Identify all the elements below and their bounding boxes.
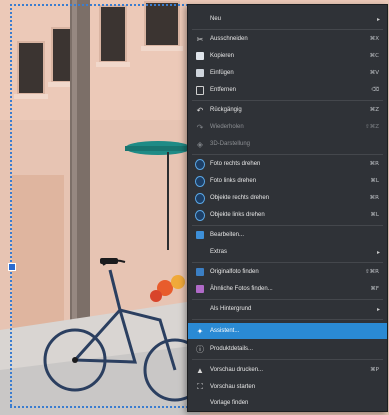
menu-item-shortcut: ⌘F: [370, 286, 379, 292]
menu-item-label: Rückgängig: [210, 107, 242, 113]
menu-item-label: Objekte rechts drehen: [210, 195, 270, 201]
paste-icon: [195, 68, 205, 78]
trash-icon: [195, 85, 205, 95]
menu-item-objekte-links-drehen[interactable]: Objekte links drehen ⌘L: [188, 207, 387, 223]
edit-icon: [195, 230, 205, 240]
resize-handle[interactable]: [8, 263, 16, 271]
menu-item-label: Neu: [210, 16, 222, 22]
rotate-objects-left-icon: [195, 209, 205, 221]
menu-item-label: Vorschau drucken...: [210, 367, 264, 373]
redo-icon: ↷: [196, 122, 204, 132]
menu-item-shortcut: ⌘Z: [369, 107, 379, 113]
print-icon: ▲: [196, 365, 204, 375]
menu-item-objekte-rechts-drehen[interactable]: Objekte rechts drehen ⌘R: [188, 190, 387, 206]
menu-separator: [192, 154, 383, 155]
menu-item-neu[interactable]: Neu ▸: [188, 11, 387, 27]
menu-item-shortcut: ⌘R: [369, 195, 379, 201]
selection-border-bottom: [10, 406, 190, 408]
menu-item-label: Foto rechts drehen: [210, 161, 261, 167]
rotate-right-icon: [195, 158, 205, 170]
menu-item-bearbeiten[interactable]: Bearbeiten...: [188, 227, 387, 243]
menu-item-vorschau-drucken[interactable]: ▲ Vorschau drucken... ⌘P: [188, 362, 387, 378]
menu-item-shortcut: ⇧⌘Z: [365, 124, 379, 130]
submenu-arrow-icon: ▸: [376, 306, 380, 313]
menu-item-als-hintergrund[interactable]: Als Hintergrund ▸: [188, 301, 387, 317]
context-menu: Neu ▸ ✂ Ausschneiden ⌘X Kopieren ⌘C Einf…: [187, 4, 388, 412]
menu-item-vorlage-finden[interactable]: Vorlage finden: [188, 395, 387, 411]
info-icon: ⓘ: [196, 344, 204, 354]
copy-icon: [195, 51, 205, 61]
menu-item-shortcut: ⌘R: [369, 161, 379, 167]
menu-item-shortcut: ⌘C: [369, 53, 379, 59]
menu-item-rueckgaengig[interactable]: ↶ Rückgängig ⌘Z: [188, 102, 387, 118]
menu-item-label: Kopieren: [210, 53, 235, 59]
scissors-icon: ✂: [196, 34, 204, 44]
menu-item-vorschau-starten[interactable]: ⛶ Vorschau starten: [188, 379, 387, 395]
menu-separator: [192, 225, 383, 226]
menu-item-label: Extras: [210, 249, 228, 255]
menu-item-originalfoto-finden[interactable]: Originalfoto finden ⇧⌘R: [188, 264, 387, 280]
menu-item-kopieren[interactable]: Kopieren ⌘C: [188, 48, 387, 64]
menu-item-produktdetails[interactable]: ⓘ Produktdetails...: [188, 341, 387, 357]
selection-border-left: [10, 4, 12, 408]
menu-item-shortcut: ⌫: [371, 87, 379, 93]
undo-icon: ↶: [196, 105, 204, 115]
menu-item-label: Assistent...: [210, 328, 240, 334]
menu-item-label: Originalfoto finden: [210, 269, 259, 275]
menu-item-shortcut: ⌘P: [370, 367, 379, 373]
menu-item-shortcut: ⌘L: [370, 212, 379, 218]
menu-item-label: Ausschneiden: [210, 36, 248, 42]
menu-item-shortcut: ⌘V: [369, 70, 379, 76]
menu-item-aehnliche-fotos-finden[interactable]: Ähnliche Fotos finden... ⌘F: [188, 281, 387, 297]
menu-separator: [192, 319, 383, 320]
selection-border-top: [10, 4, 190, 6]
menu-item-3d-darstellung[interactable]: ◈ 3D-Darstellung: [188, 136, 387, 152]
menu-item-label: Als Hintergrund: [210, 306, 252, 312]
menu-item-label: Vorschau starten: [210, 384, 256, 390]
slideshow-icon: ⛶: [197, 382, 203, 391]
menu-item-label: Entfernen: [210, 87, 237, 93]
rotate-left-icon: [195, 175, 205, 187]
menu-item-label: Foto links drehen: [210, 178, 257, 184]
menu-item-wiederholen[interactable]: ↷ Wiederholen ⇧⌘Z: [188, 119, 387, 135]
menu-item-label: 3D-Darstellung: [210, 141, 251, 147]
assistant-icon: ✦: [196, 326, 204, 336]
menu-item-shortcut: ⌘L: [370, 178, 379, 184]
menu-item-extras[interactable]: Extras ▸: [188, 244, 387, 260]
menu-separator: [192, 262, 383, 263]
menu-item-ausschneiden[interactable]: ✂ Ausschneiden ⌘X: [188, 31, 387, 47]
menu-item-label: Bearbeiten...: [210, 232, 245, 238]
menu-item-einfuegen[interactable]: Einfügen ⌘V: [188, 65, 387, 81]
menu-item-label: Wiederholen: [210, 124, 244, 130]
menu-item-shortcut: ⇧⌘R: [365, 269, 379, 275]
find-similar-icon: [195, 284, 205, 294]
menu-separator: [192, 299, 383, 300]
menu-item-shortcut: ⌘X: [369, 36, 379, 42]
menu-item-foto-links-drehen[interactable]: Foto links drehen ⌘L: [188, 173, 387, 189]
menu-item-label: Objekte links drehen: [210, 212, 265, 218]
menu-item-label: Vorlage finden: [210, 400, 249, 406]
menu-item-assistent[interactable]: ✦ Assistent...: [188, 323, 387, 339]
menu-item-label: Produktdetails...: [210, 346, 254, 352]
menu-item-entfernen[interactable]: Entfernen ⌫: [188, 82, 387, 98]
submenu-arrow-icon: ▸: [376, 249, 380, 256]
menu-separator: [192, 359, 383, 360]
find-original-icon: [195, 267, 205, 277]
menu-item-foto-rechts-drehen[interactable]: Foto rechts drehen ⌘R: [188, 156, 387, 172]
submenu-arrow-icon: ▸: [376, 16, 380, 23]
3d-icon: ◈: [196, 139, 204, 149]
menu-item-label: Ähnliche Fotos finden...: [210, 286, 273, 292]
menu-separator: [192, 100, 383, 101]
menu-item-label: Einfügen: [210, 70, 234, 76]
menu-separator: [192, 29, 383, 30]
rotate-objects-right-icon: [195, 192, 205, 204]
